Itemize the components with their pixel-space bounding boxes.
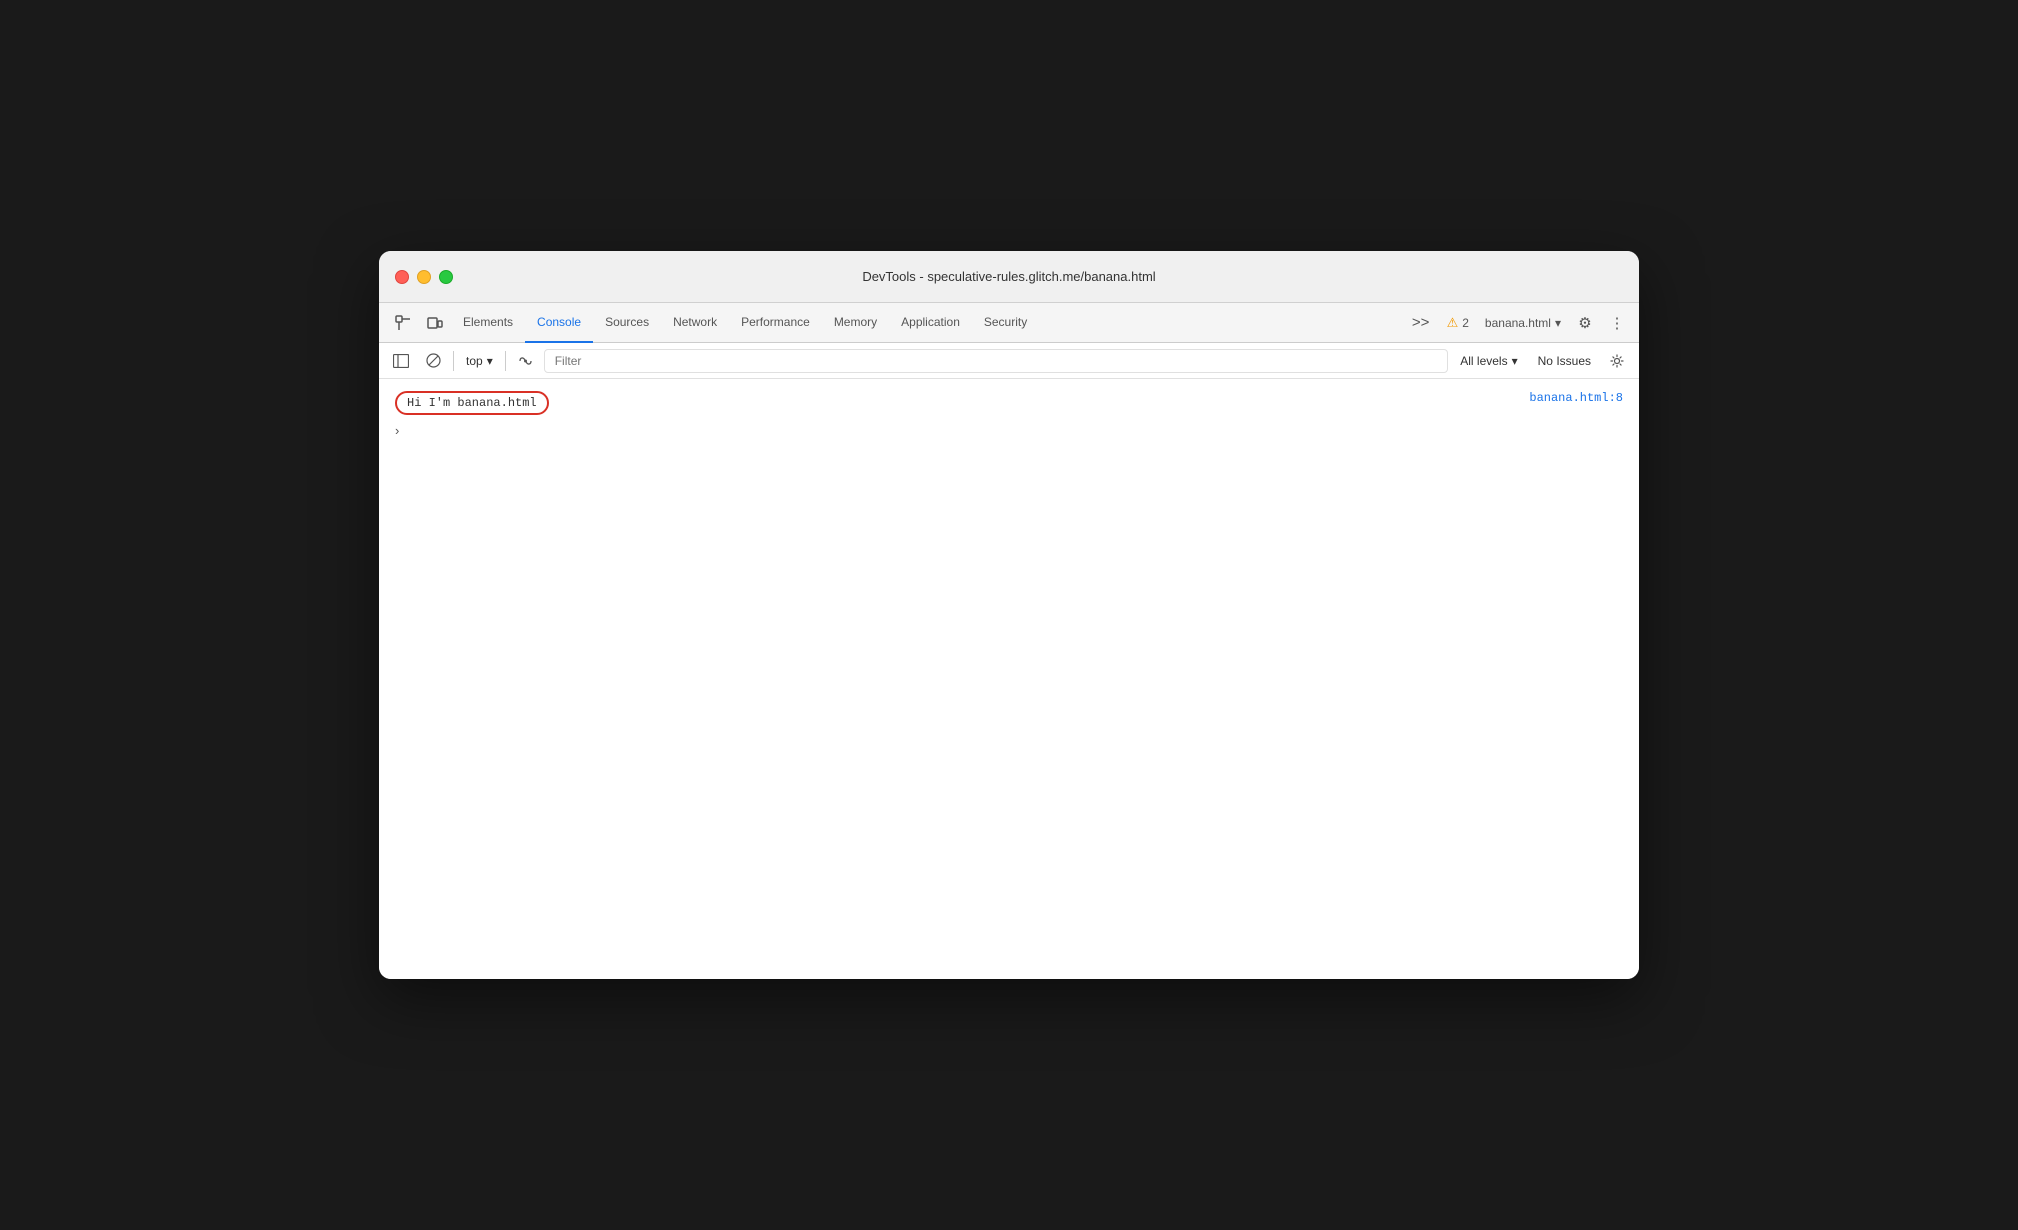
tab-application[interactable]: Application [889,303,972,343]
context-chevron-icon: ▾ [487,354,493,368]
tab-performance[interactable]: Performance [729,303,822,343]
tab-network[interactable]: Network [661,303,729,343]
tab-security[interactable]: Security [972,303,1039,343]
tab-memory[interactable]: Memory [822,303,889,343]
console-settings-button[interactable] [1603,347,1631,375]
sidebar-toggle-button[interactable] [387,347,415,375]
more-tabs-button[interactable]: >> [1405,307,1437,339]
minimize-button[interactable] [417,270,431,284]
live-expressions-button[interactable] [512,347,540,375]
toolbar-divider [453,351,454,371]
filter-input[interactable] [544,349,1449,373]
devtools-window: DevTools - speculative-rules.glitch.me/b… [379,251,1639,979]
console-log-entry: Hi I'm banana.html banana.html:8 [379,387,1639,419]
warning-count: 2 [1462,316,1469,330]
file-selector[interactable]: banana.html ▾ [1479,312,1567,334]
titlebar: DevTools - speculative-rules.glitch.me/b… [379,251,1639,303]
console-toolbar: top ▾ All levels ▾ No Issues [379,343,1639,379]
toolbar-divider-2 [505,351,506,371]
tabs-right-section: >> ⚠ 2 banana.html ▾ ⚙ ⋮ [1405,307,1631,339]
chevron-down-icon: ▾ [1555,316,1561,330]
no-issues-badge[interactable]: No Issues [1530,350,1599,372]
context-label: top [466,354,483,368]
level-chevron-icon: ▾ [1512,354,1518,368]
settings-button[interactable]: ⚙ [1571,309,1599,337]
no-issues-label: No Issues [1538,354,1591,368]
warnings-badge[interactable]: ⚠ 2 [1441,311,1475,335]
more-options-button[interactable]: ⋮ [1603,309,1631,337]
file-name: banana.html [1485,316,1551,330]
warning-icon: ⚠ [1447,315,1459,331]
console-prompt-arrow[interactable]: › [395,423,399,438]
log-level-selector[interactable]: All levels ▾ [1452,350,1525,372]
context-selector[interactable]: top ▾ [460,352,499,370]
console-content: Hi I'm banana.html banana.html:8 › [379,379,1639,979]
clear-console-button[interactable] [419,347,447,375]
tab-console[interactable]: Console [525,303,593,343]
log-message: Hi I'm banana.html [395,391,549,415]
device-toolbar-icon[interactable] [419,307,451,339]
console-prompt-row: › [379,419,1639,442]
tab-sources[interactable]: Sources [593,303,661,343]
traffic-lights [395,270,453,284]
level-label: All levels [1460,354,1507,368]
close-button[interactable] [395,270,409,284]
log-source-link[interactable]: banana.html:8 [1529,391,1623,405]
maximize-button[interactable] [439,270,453,284]
devtools-tab-bar: Elements Console Sources Network Perform… [379,303,1639,343]
inspect-element-icon[interactable] [387,307,419,339]
window-title: DevTools - speculative-rules.glitch.me/b… [862,269,1155,284]
tab-elements[interactable]: Elements [451,303,525,343]
